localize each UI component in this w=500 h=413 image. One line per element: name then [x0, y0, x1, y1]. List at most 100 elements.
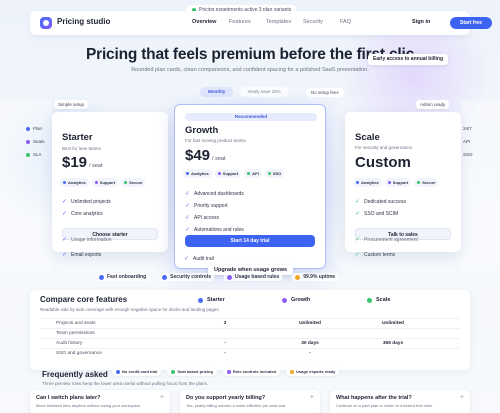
- no-setup-badge: No setup fees: [306, 88, 344, 97]
- chip-label: Analytics: [191, 171, 209, 176]
- highlight-uptime: 99.9% uptime: [292, 273, 339, 281]
- cell-scale: 365 days: [382, 341, 404, 346]
- faq-tag-label: Seat based pricing: [177, 369, 213, 374]
- feature-item: ✓ Core analytics: [62, 208, 111, 220]
- dot-icon: [356, 181, 359, 184]
- price-amount: $19: [62, 154, 88, 171]
- plan-name: Scale: [355, 132, 380, 143]
- cell-scale: Unlimited: [382, 321, 404, 326]
- dot-icon: [387, 181, 391, 184]
- feature-item: ✓ Dedicated success: [355, 196, 406, 208]
- price-unit: / seat: [89, 163, 103, 169]
- scale-extra-feature: ✓ Procurement agreement: [355, 236, 418, 244]
- check-icon: ✓: [355, 236, 361, 243]
- annual-billing-callout: Early access to annual billing: [368, 54, 449, 65]
- row-label: Audit history: [56, 341, 83, 346]
- faq-title: Frequently asked: [42, 370, 108, 379]
- chip-label: Support: [222, 171, 239, 176]
- start-free-button[interactable]: Start free: [450, 17, 492, 29]
- dot-icon: [290, 369, 295, 374]
- plan-card-starter: Starter Best for lean teams $19/ seat An…: [52, 112, 168, 252]
- feature-label: Procurement agreement: [364, 237, 418, 243]
- feature-label: SSO and SCIM: [364, 211, 399, 217]
- chip-label: Support: [392, 180, 409, 185]
- check-icon: ✓: [62, 198, 68, 205]
- plan-description: For fast moving product teams: [185, 138, 246, 143]
- brand-name[interactable]: Pricing studio: [57, 17, 110, 26]
- right-side-list: 24/7 API SSO: [463, 126, 473, 157]
- nav-link-overview[interactable]: Overview: [192, 19, 229, 25]
- page-subtitle: Rounded plan cards, clean comparisons, a…: [131, 67, 369, 73]
- faq-tag-label: Usage exports ready: [296, 369, 336, 374]
- column-label: Scale: [376, 297, 391, 303]
- feature-item: ✓ Priority support: [185, 200, 244, 212]
- feature-label: API access: [194, 215, 220, 221]
- side-item-sso: SSO: [463, 152, 473, 157]
- billing-yearly-option[interactable]: Yearly save 18%: [239, 87, 289, 97]
- feature-item: ✓ Advanced dashboards: [185, 188, 244, 200]
- expand-plus-icon[interactable]: +: [160, 394, 164, 401]
- highlight-label: 99.9% uptime: [303, 274, 336, 280]
- starter-extra-feature: ✓ Email exports: [62, 252, 101, 259]
- column-label: Growth: [291, 297, 311, 303]
- check-icon: ✓: [355, 198, 361, 205]
- feature-item: ✓ Unlimited projects: [62, 196, 111, 208]
- dot-icon: [94, 181, 98, 184]
- start-trial-button[interactable]: Start 14 day trial: [185, 235, 315, 247]
- highlight-label: Fast onboarding: [107, 274, 147, 280]
- simple-setup-tag: Simple setup: [54, 100, 89, 109]
- price-amount: $49: [185, 147, 211, 164]
- faq-tags: No credit card trial Seat based pricing …: [112, 367, 340, 376]
- faq-tag: Usage exports ready: [286, 367, 340, 376]
- table-row: Audit history - 30 days 365 days: [40, 338, 460, 348]
- starter-extra-feature: ✓ Usage information: [62, 237, 112, 244]
- side-item-label: Seats: [33, 139, 45, 144]
- plan-price: $49/ seat: [185, 147, 225, 164]
- left-side-list: Plan Seats SLA: [26, 126, 45, 157]
- check-icon: ✓: [62, 210, 68, 217]
- nav-link-templates[interactable]: Templates: [266, 19, 303, 25]
- plan-name: Growth: [185, 125, 219, 136]
- nav-link-security[interactable]: Security: [303, 19, 340, 25]
- scale-extra-feature: ✓ Custom terms: [355, 252, 396, 259]
- chip-label: Analytics: [361, 180, 379, 185]
- faq-tag: No credit card trial: [112, 367, 162, 376]
- chip-label: Secure: [422, 180, 436, 185]
- dot-icon: [116, 369, 120, 374]
- nav-links: Overview Features Templates Security FAQ: [192, 19, 377, 25]
- plan-description: For security and governance: [355, 145, 413, 150]
- chip-analytics: Analytics: [353, 178, 382, 187]
- check-icon: ✓: [185, 214, 191, 221]
- plan-description: Best for lean teams: [62, 146, 101, 151]
- chip-secure: Secure: [121, 178, 146, 187]
- chip-analytics: Analytics: [60, 178, 89, 187]
- feature-label: Priority support: [194, 203, 228, 209]
- dot-icon: [295, 274, 301, 280]
- check-icon: ✓: [185, 190, 191, 197]
- dot-icon: [227, 274, 233, 280]
- dot-icon: [26, 139, 30, 144]
- dot-icon: [282, 297, 287, 303]
- billing-monthly-option[interactable]: Monthly: [200, 87, 234, 97]
- chip-api: API: [244, 169, 262, 178]
- plan-chips: Analytics Support Secure: [60, 178, 146, 187]
- expand-plus-icon[interactable]: +: [460, 394, 464, 401]
- faq-tag-label: Role controls included: [232, 369, 277, 374]
- growth-extra-feature: ✓ Audit trail: [184, 256, 214, 263]
- faq-item[interactable]: What happens after the trial? Continue o…: [330, 390, 470, 413]
- brand-logo-icon[interactable]: [40, 17, 52, 29]
- nav-link-features[interactable]: Features: [229, 19, 266, 25]
- sign-in-link[interactable]: Sign in: [412, 19, 430, 25]
- side-item-label: 24/7: [463, 126, 472, 131]
- row-label: Team permissions: [56, 331, 95, 336]
- compare-title: Compare core features: [40, 295, 128, 304]
- nav-link-faq[interactable]: FAQ: [340, 19, 377, 25]
- chip-secure: Secure: [414, 178, 439, 187]
- expand-plus-icon[interactable]: +: [310, 394, 314, 401]
- faq-item[interactable]: Do you support yearly billing? Yes, year…: [180, 390, 320, 413]
- side-item-label: Plan: [33, 126, 43, 131]
- dot-icon: [26, 126, 30, 131]
- feature-label: Custom terms: [364, 252, 396, 258]
- faq-item[interactable]: Can I switch plans later? Move between t…: [30, 390, 170, 413]
- dot-icon: [26, 152, 30, 157]
